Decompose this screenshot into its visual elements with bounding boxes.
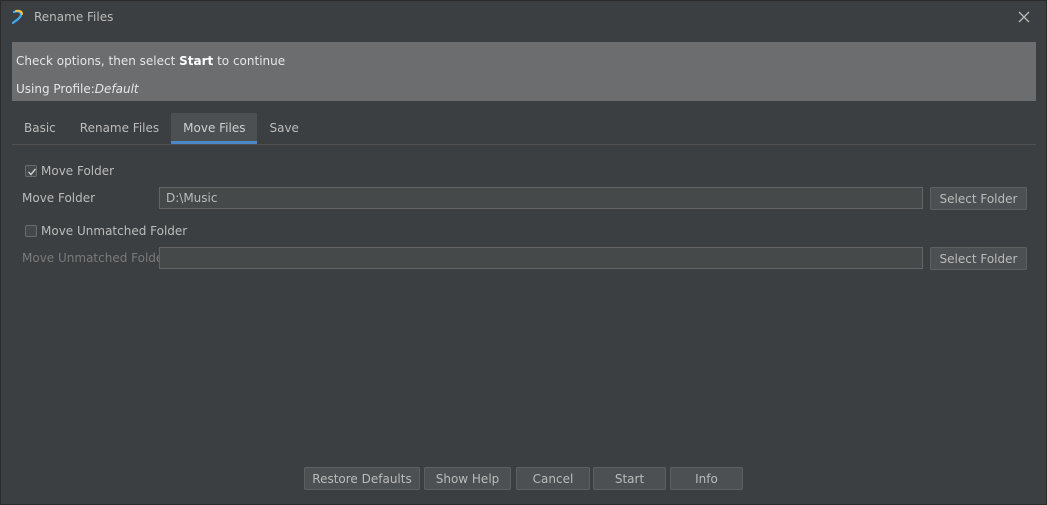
start-button[interactable]: Start: [593, 467, 666, 490]
restore-defaults-button[interactable]: Restore Defaults: [304, 467, 420, 490]
tab-rename-files[interactable]: Rename Files: [68, 113, 171, 144]
tab-basic[interactable]: Basic: [12, 113, 68, 144]
move-folder-checkbox-label: Move Folder: [41, 164, 115, 178]
select-unmatched-folder-button[interactable]: Select Folder: [930, 247, 1027, 270]
close-icon[interactable]: [1016, 9, 1032, 25]
tab-save[interactable]: Save: [257, 113, 310, 144]
info-button[interactable]: Info: [670, 467, 743, 490]
app-logo-icon: [10, 9, 26, 25]
move-folder-input[interactable]: [159, 187, 923, 209]
rename-files-dialog: Rename Files Check options, then select …: [0, 0, 1047, 505]
checkbox-checked[interactable]: [25, 165, 37, 177]
move-unmatched-checkbox-label: Move Unmatched Folder: [41, 224, 188, 238]
title-bar: Rename Files: [1, 1, 1046, 34]
tab-divider: [12, 144, 1036, 145]
tab-move-files[interactable]: Move Files: [171, 113, 258, 144]
info-panel: Check options, then select Start to cont…: [12, 42, 1036, 101]
profile-name: Default: [94, 82, 139, 96]
move-unmatched-folder-checkbox[interactable]: Move Unmatched Folder: [25, 224, 187, 238]
move-unmatched-folder-label: Move Unmatched Folder: [22, 251, 169, 265]
cancel-button[interactable]: Cancel: [516, 467, 590, 490]
instructions-text: Check options, then select Start to cont…: [16, 54, 286, 68]
checkmark-icon: [28, 168, 37, 176]
show-help-button[interactable]: Show Help: [424, 467, 511, 490]
profile-text: Using Profile:Default: [16, 82, 139, 96]
move-unmatched-folder-input[interactable]: [159, 247, 923, 269]
select-move-folder-button[interactable]: Select Folder: [930, 187, 1027, 210]
checkbox-unchecked[interactable]: [25, 225, 37, 237]
window-title: Rename Files: [34, 10, 114, 24]
move-folder-checkbox[interactable]: Move Folder: [25, 164, 114, 178]
start-keyword: Start: [179, 54, 214, 68]
tab-bar: Basic Rename Files Move Files Save: [12, 113, 311, 144]
move-folder-label: Move Folder: [22, 191, 96, 205]
